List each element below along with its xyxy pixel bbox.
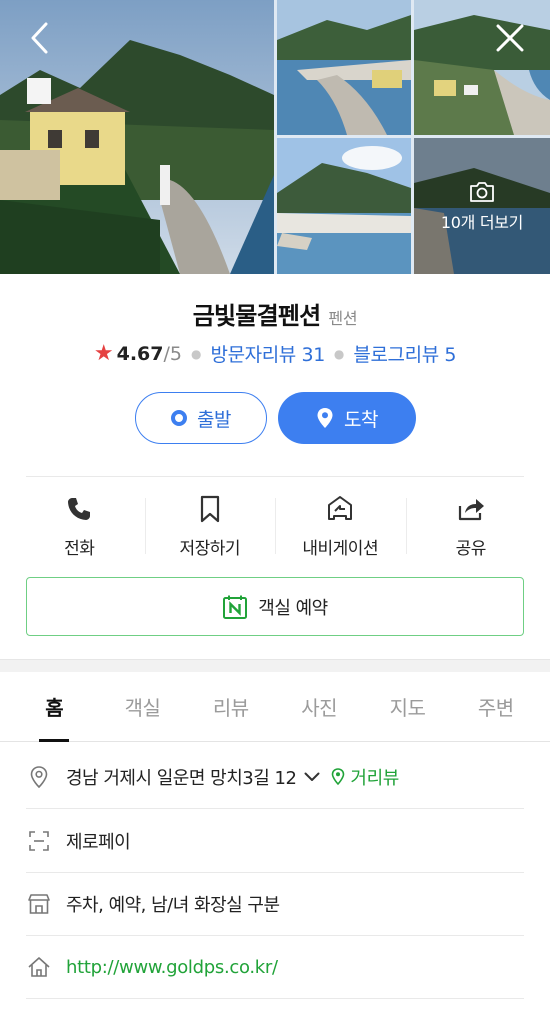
facilities-text: 주차, 예약, 남/녀 화장실 구분 [66,895,280,916]
end-direction-label: 도착 [344,408,378,431]
action-label: 저장하기 [179,539,241,559]
back-button[interactable] [20,18,60,58]
website-row[interactable]: http://www.goldps.co.kr/ [26,936,524,999]
website-link[interactable]: http://www.goldps.co.kr/ [66,957,278,978]
chevron-left-icon [31,22,48,54]
camera-icon [470,182,494,202]
naver-booking-icon [222,594,248,620]
action-label: 내비게이션 [302,539,379,559]
more-photos-label: 10개 더보기 [440,213,524,232]
origin-dot-icon [171,410,188,426]
section-gap [0,659,550,672]
action-label: 전화 [64,539,95,559]
address-text: 경남 거제시 일운면 망치3길 12 [66,768,297,789]
street-view-pin-icon [330,767,346,787]
separator-dot: ● [333,346,345,361]
rating-value: 4.67 [116,342,164,365]
room-reservation-button[interactable]: 객실 예약 [26,577,524,636]
tab-reviews[interactable]: 리뷰 [187,672,275,741]
rating-row: ★ 4.67 /5 ● 방문자리뷰 31 ● 블로그리뷰 5 [0,340,550,367]
scan-pay-icon [26,828,52,854]
gallery-photo[interactable] [277,0,411,135]
place-title: 금빛물결펜션 펜션 [0,296,550,331]
street-view-label: 거리뷰 [350,768,399,789]
navigation-car-icon [325,494,355,524]
close-button[interactable] [490,18,530,58]
home-icon [26,954,52,980]
star-icon: ★ [93,341,114,366]
call-button[interactable]: 전화 [14,478,145,568]
location-pin-icon [316,407,334,429]
end-direction-button[interactable]: 도착 [278,392,416,444]
start-direction-button[interactable]: 출발 [135,392,267,444]
gallery-photo[interactable] [277,138,411,274]
visitor-reviews-link[interactable]: 방문자리뷰 31 [210,340,325,367]
photo-gallery[interactable]: 10개 더보기 [0,0,550,274]
place-category: 펜션 [328,309,358,328]
blog-reviews-link[interactable]: 블로그리뷰 5 [353,340,456,367]
tab-photos[interactable]: 사진 [275,672,363,741]
chevron-down-icon[interactable] [304,772,320,782]
share-icon [457,494,485,524]
more-photos-tile[interactable]: 10개 더보기 [414,138,550,274]
navigation-button[interactable]: 내비게이션 [275,478,406,568]
phone-icon [66,494,92,524]
tab-nearby[interactable]: 주변 [452,672,540,741]
place-name: 금빛물결펜션 [192,302,321,330]
address-row[interactable]: 경남 거제시 일운면 망치3길 12 거리뷰 [26,746,524,809]
payment-row: 제로페이 [26,810,524,873]
bookmark-icon [199,494,221,524]
rating-max: /5 [163,342,183,365]
action-bar: 전화 저장하기 내비게이션 공유 [14,478,536,568]
tab-rooms[interactable]: 객실 [98,672,186,741]
divider [26,476,524,477]
facilities-row: 주차, 예약, 남/녀 화장실 구분 [26,873,524,936]
street-view-link[interactable]: 거리뷰 [330,764,399,790]
location-pin-icon [26,764,52,790]
share-button[interactable]: 공유 [405,478,537,568]
close-icon [496,24,524,52]
separator-dot: ● [191,346,202,361]
more-photos-overlay: 10개 더보기 [414,138,550,274]
action-label: 공유 [455,539,487,559]
store-icon [26,891,52,917]
tab-home[interactable]: 홈 [10,672,98,742]
tab-map[interactable]: 지도 [363,672,451,741]
room-reservation-label: 객실 예약 [258,597,328,619]
save-button[interactable]: 저장하기 [144,478,276,568]
zeropay-text: 제로페이 [66,832,131,853]
start-direction-label: 출발 [197,408,231,431]
tab-bar: 홈 객실 리뷰 사진 지도 주변 [0,672,550,742]
